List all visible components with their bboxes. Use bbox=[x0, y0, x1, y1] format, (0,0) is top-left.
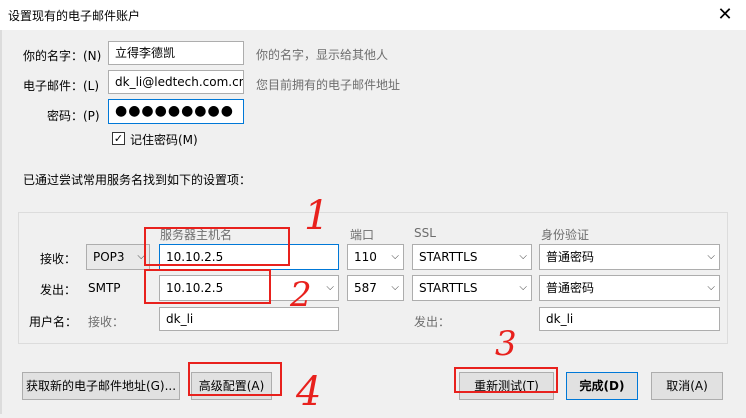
found-settings-text: 已通过尝试常用服务名找到如下的设置项： bbox=[23, 173, 252, 187]
name-hint: 你的名字，显示给其他人 bbox=[256, 48, 389, 62]
outgoing-port-value: 587 bbox=[354, 281, 377, 295]
outgoing-auth-select[interactable]: 普通密码 ⌵ bbox=[539, 275, 720, 301]
window-bottom-edge bbox=[0, 414, 746, 418]
name-input[interactable]: 立得李德凯 bbox=[108, 41, 244, 65]
col-port: 端口 bbox=[350, 228, 375, 242]
outgoing-protocol: SMTP bbox=[88, 281, 121, 295]
username-incoming-label: 接收： bbox=[88, 315, 125, 329]
window-title: 设置现有的电子邮件账户 bbox=[8, 9, 141, 23]
annotation-number-2: 2 bbox=[290, 275, 312, 315]
chevron-down-icon: ⌵ bbox=[519, 282, 527, 293]
remember-password-label[interactable]: 记住密码(M) bbox=[130, 131, 198, 148]
incoming-ssl-select[interactable]: STARTTLS ⌵ bbox=[412, 244, 532, 270]
annotation-box-3 bbox=[454, 367, 558, 393]
remember-password-checkbox[interactable]: ✓ bbox=[112, 132, 125, 145]
email-label: 电子邮件：(L) bbox=[23, 79, 100, 93]
chevron-down-icon: ⌵ bbox=[519, 251, 527, 262]
cancel-button[interactable]: 取消(A) bbox=[651, 372, 723, 400]
annotation-number-4: 4 bbox=[296, 369, 322, 415]
incoming-label: 接收： bbox=[40, 252, 77, 266]
username-label: 用户名： bbox=[29, 315, 78, 329]
col-auth: 身份验证 bbox=[541, 228, 590, 242]
annotation-box-1 bbox=[144, 227, 290, 266]
get-new-email-button[interactable]: 获取新的电子邮件地址(G)... bbox=[22, 372, 180, 400]
email-hint: 您目前拥有的电子邮件地址 bbox=[256, 78, 401, 92]
annotation-box-2 bbox=[144, 269, 271, 304]
username-incoming-input[interactable]: dk_li bbox=[159, 307, 339, 331]
incoming-port-value: 110 bbox=[354, 250, 377, 264]
incoming-protocol-value: POP3 bbox=[93, 250, 125, 264]
annotation-box-4 bbox=[188, 362, 282, 396]
outgoing-port-select[interactable]: 587 ⌵ bbox=[347, 275, 404, 301]
incoming-ssl-value: STARTTLS bbox=[419, 250, 478, 264]
incoming-auth-value: 普通密码 bbox=[546, 250, 595, 264]
password-label: 密码：(P) bbox=[47, 109, 100, 123]
annotation-number-3: 3 bbox=[495, 324, 517, 364]
incoming-protocol-select[interactable]: POP3 ⌵ bbox=[86, 244, 150, 270]
outgoing-auth-value: 普通密码 bbox=[546, 281, 595, 295]
incoming-auth-select[interactable]: 普通密码 ⌵ bbox=[539, 244, 720, 270]
outgoing-ssl-select[interactable]: STARTTLS ⌵ bbox=[412, 275, 532, 301]
chevron-down-icon: ⌵ bbox=[707, 251, 715, 262]
username-outgoing-input[interactable]: dk_li bbox=[539, 307, 720, 331]
password-input[interactable]: ●●●●●●●●● bbox=[108, 99, 244, 124]
chevron-down-icon: ⌵ bbox=[391, 251, 399, 262]
username-outgoing-label: 发出： bbox=[414, 315, 451, 329]
chevron-down-icon: ⌵ bbox=[707, 282, 715, 293]
name-label: 你的名字：(N) bbox=[23, 49, 102, 63]
done-button[interactable]: 完成(D) bbox=[566, 372, 638, 400]
email-input[interactable]: dk_li@ledtech.com.cn bbox=[108, 70, 244, 94]
outgoing-label: 发出： bbox=[40, 283, 77, 297]
incoming-port-select[interactable]: 110 ⌵ bbox=[347, 244, 404, 270]
chevron-down-icon: ⌵ bbox=[326, 282, 334, 293]
annotation-number-1: 1 bbox=[304, 193, 330, 239]
window-edge bbox=[0, 30, 2, 418]
close-icon[interactable]: ✕ bbox=[712, 2, 738, 28]
col-ssl: SSL bbox=[414, 226, 436, 240]
chevron-down-icon: ⌵ bbox=[391, 282, 399, 293]
outgoing-ssl-value: STARTTLS bbox=[419, 281, 478, 295]
